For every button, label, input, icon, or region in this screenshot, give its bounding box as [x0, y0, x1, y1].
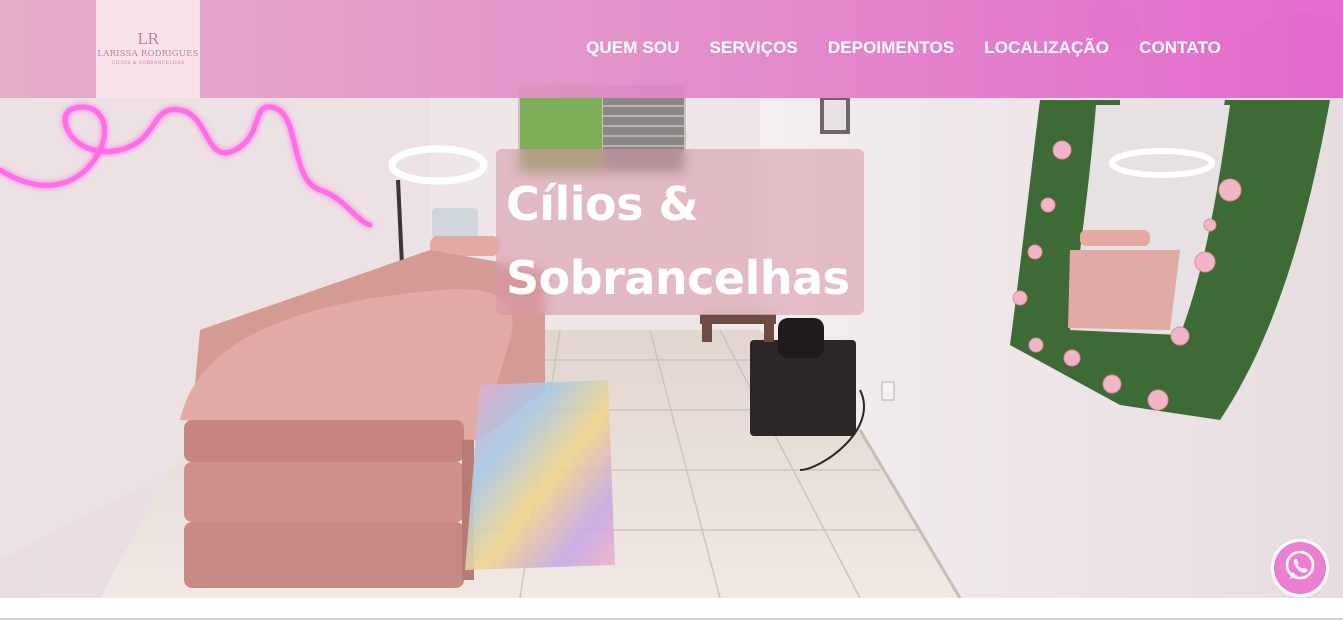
whatsapp-icon: [1283, 549, 1317, 587]
whatsapp-button[interactable]: [1271, 539, 1329, 597]
hero-headline: Cílios & Sobrancelhas: [506, 167, 850, 315]
hero-headline-line2: Sobrancelhas: [506, 251, 850, 305]
page: LR LARISSA RODRIGUES CÍLIOS & SOBRANCELH…: [0, 0, 1343, 620]
site-header: LR LARISSA RODRIGUES CÍLIOS & SOBRANCELH…: [0, 0, 1343, 98]
nav-item-localizacao[interactable]: LOCALIZAÇÃO: [984, 38, 1109, 58]
hero-headline-box: Cílios & Sobrancelhas: [496, 149, 864, 315]
nav-item-servicos[interactable]: SERVIÇOS: [709, 38, 797, 58]
nav-item-contato[interactable]: CONTATO: [1139, 38, 1221, 58]
logo-name: LARISSA RODRIGUES: [97, 49, 199, 59]
main-nav: QUEM SOU SERVIÇOS DEPOIMENTOS LOCALIZAÇÃ…: [586, 38, 1221, 58]
logo-subtitle: CÍLIOS & SOBRANCELHAS: [111, 61, 185, 66]
nav-item-depoimentos[interactable]: DEPOIMENTOS: [828, 38, 954, 58]
hero-headline-line1: Cílios &: [506, 177, 699, 231]
nav-item-quem-sou[interactable]: QUEM SOU: [586, 38, 679, 58]
logo-monogram: LR: [137, 30, 159, 48]
logo[interactable]: LR LARISSA RODRIGUES CÍLIOS & SOBRANCELH…: [96, 0, 200, 98]
section-divider: [0, 598, 1343, 620]
